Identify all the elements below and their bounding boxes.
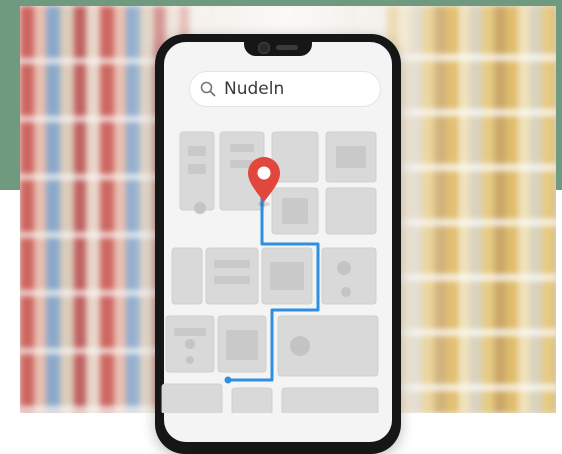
store-map: [161, 131, 379, 413]
map-block: [231, 387, 273, 413]
search-query[interactable]: Nudeln: [224, 79, 284, 99]
map-block: [161, 383, 223, 413]
route-start-dot: [224, 376, 232, 384]
front-camera-icon: [258, 42, 270, 54]
speaker-grille: [276, 45, 298, 50]
map-block: [325, 187, 377, 235]
search-bar[interactable]: Nudeln: [189, 71, 381, 107]
map-block: [171, 247, 203, 305]
search-icon: [200, 81, 216, 97]
map-block: [281, 387, 379, 413]
